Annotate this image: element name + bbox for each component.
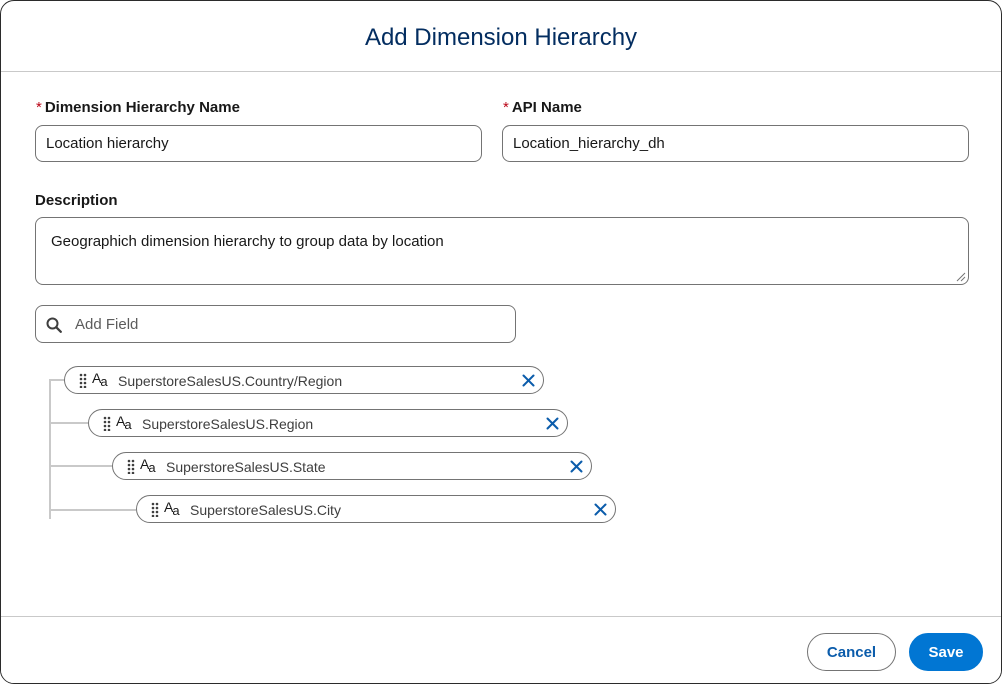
description-textarea[interactable]: Geographich dimension hierarchy to group…	[35, 217, 969, 285]
add-field-search[interactable]: Add Field	[35, 305, 516, 343]
name-input-value: Location hierarchy	[46, 135, 169, 152]
text-type-icon: Aa	[164, 499, 180, 518]
resize-handle-icon[interactable]	[956, 272, 966, 282]
api-name-input[interactable]: Location_hierarchy_dh	[502, 125, 969, 162]
field-name: SuperstoreSalesUS.City	[190, 502, 341, 518]
required-marker: *	[36, 99, 42, 116]
modal-footer: Cancel Save	[1, 616, 1001, 683]
add-dimension-hierarchy-modal: Add Dimension Hierarchy * Dimension Hiera…	[0, 0, 1002, 684]
api-name-input-value: Location_hierarchy_dh	[513, 135, 665, 152]
tree-branch-line	[49, 509, 136, 511]
close-icon[interactable]	[522, 374, 535, 387]
modal-title: Add Dimension Hierarchy	[364, 24, 638, 51]
save-button[interactable]: Save	[909, 633, 983, 671]
description-label: Description	[35, 192, 118, 209]
close-icon[interactable]	[570, 460, 583, 473]
search-icon	[46, 317, 62, 333]
drag-handle-icon[interactable]	[103, 416, 111, 431]
name-input[interactable]: Location hierarchy	[35, 125, 482, 162]
modal-header: Add Dimension Hierarchy	[1, 1, 1001, 72]
field-name: SuperstoreSalesUS.Region	[142, 416, 314, 432]
text-type-icon: Aa	[92, 370, 108, 389]
text-type-icon: Aa	[140, 456, 156, 475]
cancel-button[interactable]: Cancel	[807, 633, 896, 671]
hierarchy-field-pill[interactable]: Aa SuperstoreSalesUS.City	[136, 495, 616, 523]
drag-handle-icon[interactable]	[127, 459, 135, 474]
text-type-icon: Aa	[116, 413, 132, 432]
tree-branch-line	[49, 422, 88, 424]
drag-handle-icon[interactable]	[79, 373, 87, 388]
required-marker: *	[503, 99, 509, 116]
close-icon[interactable]	[594, 503, 607, 516]
hierarchy-field-pill[interactable]: Aa SuperstoreSalesUS.Country/Region	[64, 366, 544, 394]
field-name: SuperstoreSalesUS.Country/Region	[118, 373, 343, 389]
name-label: * Dimension Hierarchy Name	[36, 99, 240, 116]
close-icon[interactable]	[546, 417, 559, 430]
field-name: SuperstoreSalesUS.State	[166, 459, 326, 475]
description-value: Geographich dimension hierarchy to group…	[51, 233, 444, 250]
tree-branch-line	[49, 379, 64, 381]
tree-vertical-line	[49, 379, 51, 519]
drag-handle-icon[interactable]	[151, 502, 159, 517]
hierarchy-field-pill[interactable]: Aa SuperstoreSalesUS.Region	[88, 409, 568, 437]
tree-branch-line	[49, 465, 112, 467]
api-name-label: * API Name	[503, 99, 582, 116]
hierarchy-field-pill[interactable]: Aa SuperstoreSalesUS.State	[112, 452, 592, 480]
search-placeholder: Add Field	[75, 315, 139, 333]
